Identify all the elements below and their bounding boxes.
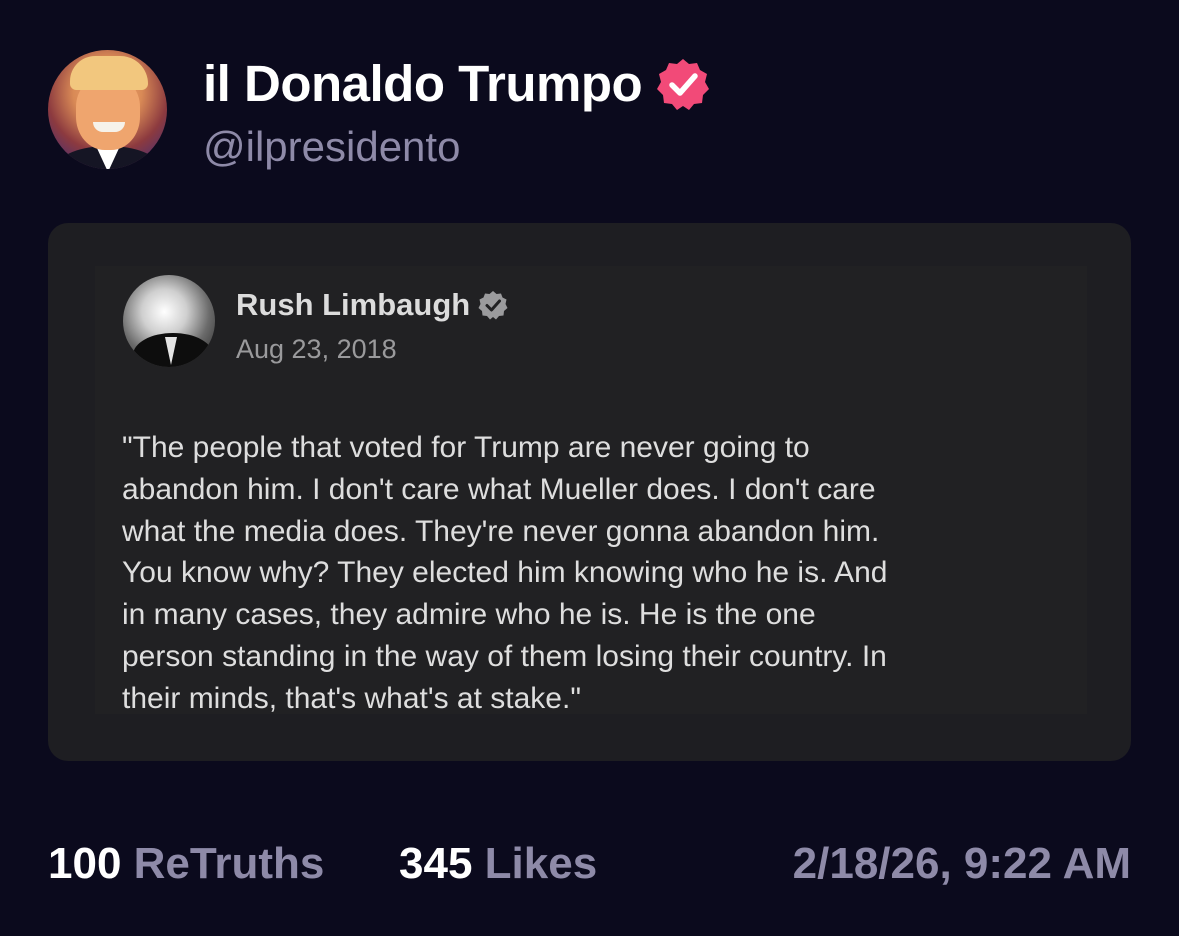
quoted-author-name: Rush Limbaugh bbox=[236, 287, 471, 322]
likes-label: Likes bbox=[484, 839, 598, 888]
likes-count: 345 bbox=[399, 839, 473, 888]
avatar-hair-shape bbox=[70, 56, 148, 90]
quoted-post-date: Aug 23, 2018 bbox=[236, 334, 397, 364]
quoted-image-card[interactable]: Rush Limbaugh Aug 23, 2018 "The people t… bbox=[48, 223, 1131, 761]
author-avatar[interactable] bbox=[48, 50, 167, 169]
quoted-author-avatar bbox=[123, 275, 215, 367]
post-page: il Donaldo Trumpo @ilpresidento Rush Lim… bbox=[0, 0, 1179, 936]
retruths-count: 100 bbox=[48, 839, 122, 888]
author-handle[interactable]: @ilpresidento bbox=[203, 122, 710, 172]
retruths-stat[interactable]: 100 ReTruths bbox=[48, 836, 324, 892]
verified-badge-icon bbox=[657, 59, 710, 110]
verified-check-icon bbox=[478, 291, 508, 320]
quoted-post: Rush Limbaugh Aug 23, 2018 "The people t… bbox=[95, 266, 1087, 715]
quoted-author-row: Rush Limbaugh bbox=[236, 286, 508, 324]
post-timestamp: 2/18/26, 9:22 AM bbox=[792, 839, 1131, 888]
retruths-label: ReTruths bbox=[133, 839, 325, 888]
post-stats: 100 ReTruths 345 Likes 2/18/26, 9:22 AM bbox=[48, 836, 1131, 892]
post-header: il Donaldo Trumpo @ilpresidento bbox=[48, 50, 710, 172]
likes-stat[interactable]: 345 Likes bbox=[399, 836, 597, 892]
avatar-mouth-shape bbox=[93, 122, 125, 132]
author-display-name[interactable]: il Donaldo Trumpo bbox=[203, 54, 643, 114]
quoted-post-text: "The people that voted for Trump are nev… bbox=[122, 431, 888, 715]
author-names: il Donaldo Trumpo @ilpresidento bbox=[203, 54, 710, 172]
display-name-row: il Donaldo Trumpo bbox=[203, 54, 710, 114]
